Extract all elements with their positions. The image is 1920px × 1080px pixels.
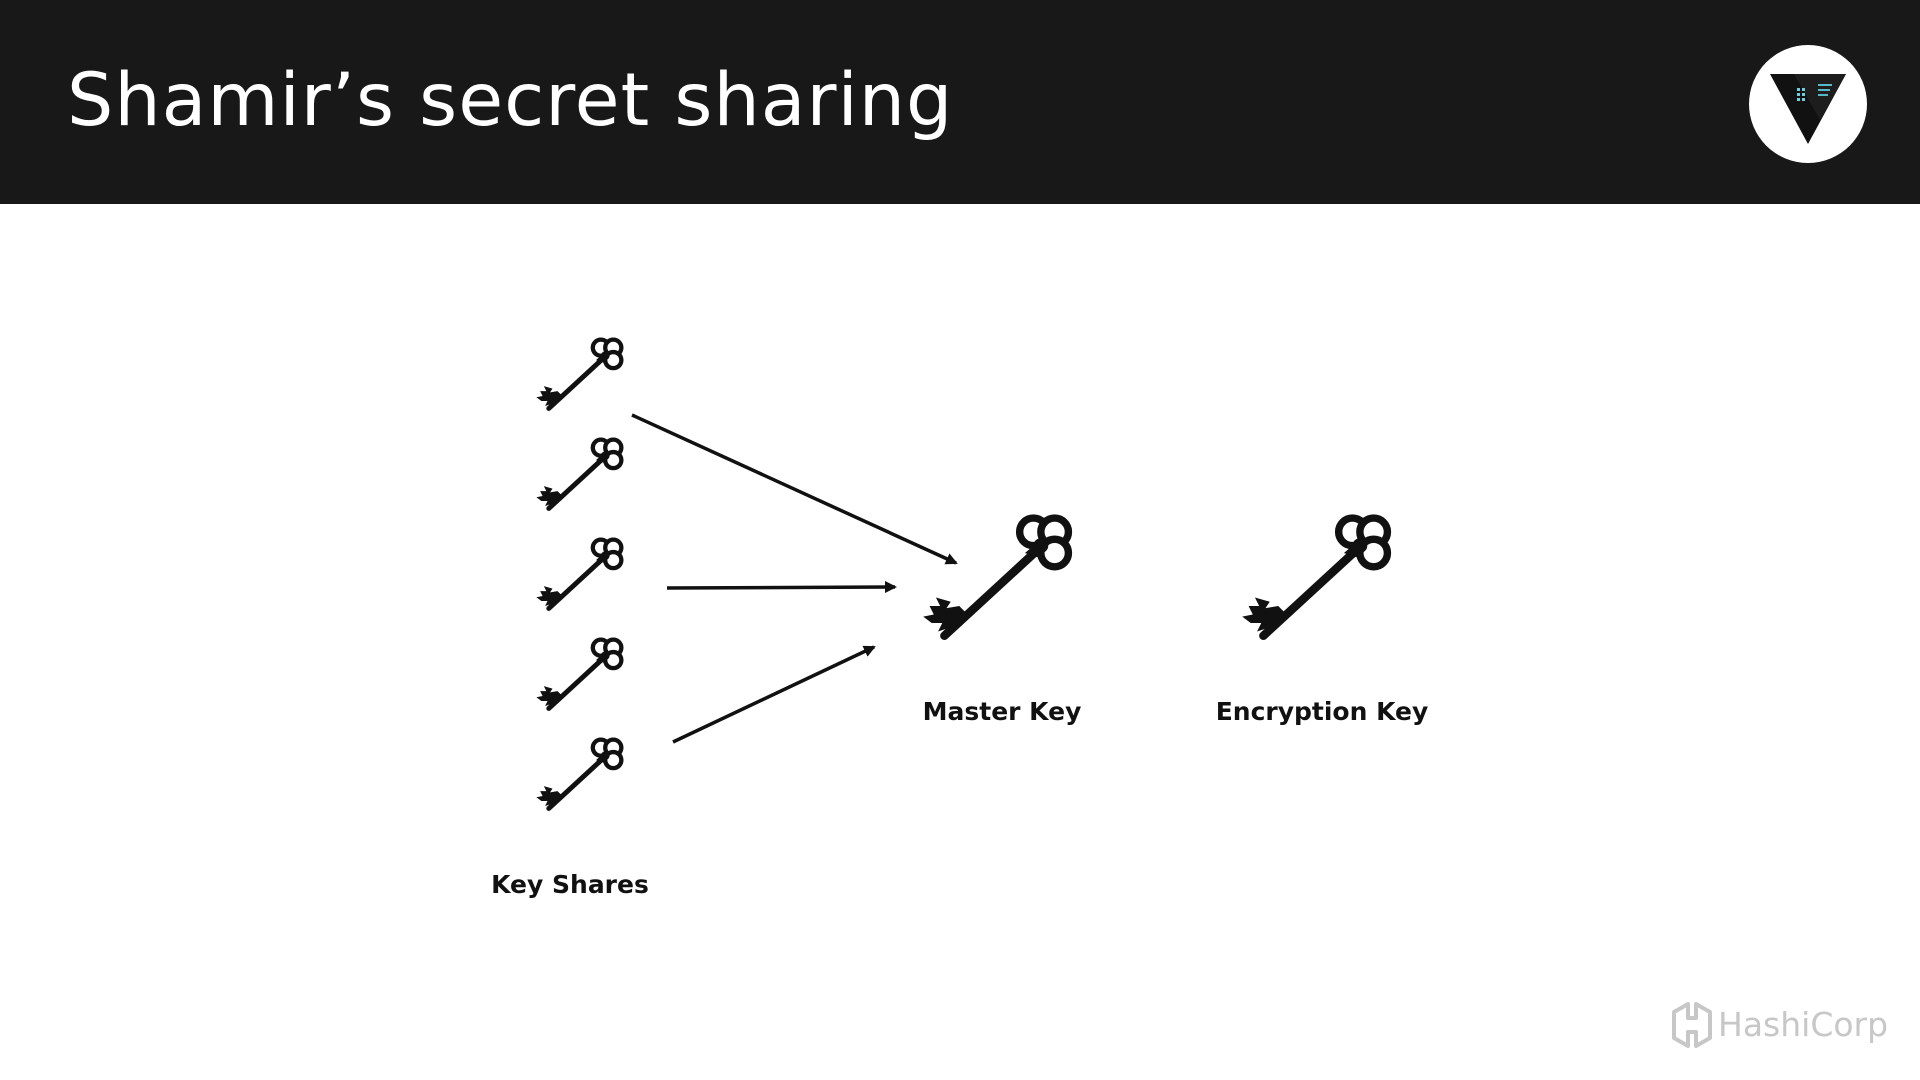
key-share-3 [536,540,621,609]
arrow-share-to-master-1 [631,413,958,565]
key-icon [536,640,621,709]
key-share-2 [536,440,621,509]
encryption-key-label: Encryption Key [1215,697,1429,726]
key-icon [536,540,621,609]
key-icon [1242,518,1387,636]
secret-sharing-diagram [0,0,1920,1080]
arrow-share-to-master-2 [666,581,897,594]
hashicorp-logo-icon [1672,1002,1712,1048]
key-icon [536,440,621,509]
brand-name: HashiCorp [1718,1005,1889,1044]
arrow-share-to-master-3 [672,645,876,744]
key-share-1 [536,340,621,409]
key-icon [536,340,621,409]
key-icon [923,518,1068,636]
hashicorp-brand: HashiCorp [1672,1002,1888,1048]
key-share-5 [536,740,621,809]
encryption-key [1242,518,1387,636]
key-share-4 [536,640,621,709]
master-key-label: Master Key [922,697,1082,726]
master-key [923,518,1068,636]
key-shares-label: Key Shares [491,870,649,899]
key-icon [536,740,621,809]
